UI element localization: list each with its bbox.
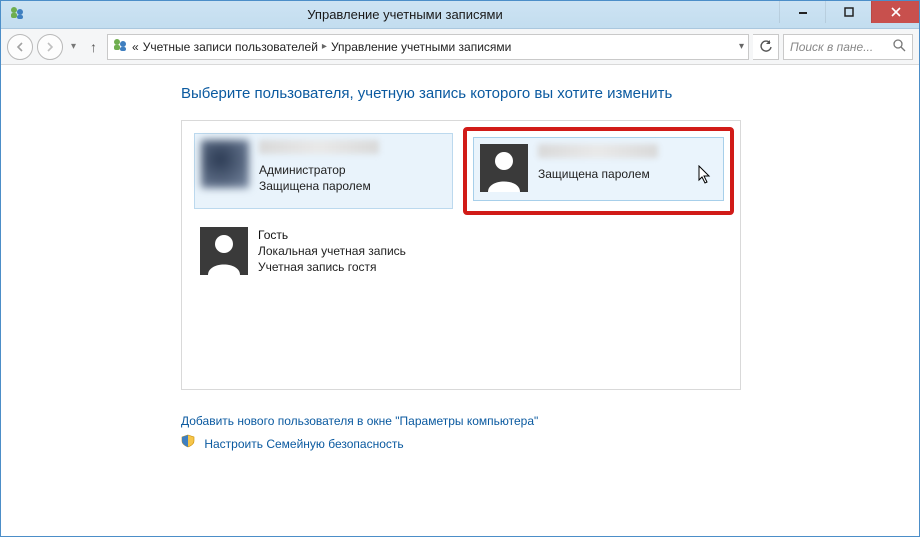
user-card-admin[interactable]: Администратор Защищена паролем [194, 133, 453, 209]
links-section: Добавить нового пользователя в окне "Пар… [181, 410, 741, 456]
user-role: Администратор [259, 162, 379, 178]
user-list: Администратор Защищена паролем [181, 120, 741, 390]
history-dropdown[interactable]: ▾ [67, 41, 80, 52]
add-user-link[interactable]: Добавить нового пользователя в окне "Пар… [181, 414, 538, 428]
breadcrumb-dropdown[interactable]: ▾ [739, 41, 744, 52]
avatar [201, 140, 249, 188]
user-name-redacted [259, 140, 379, 154]
toolbar: ▾ ↑ « Учетные записи пользователей ▸ Упр… [1, 29, 919, 65]
breadcrumb-item-2[interactable]: Управление учетными записями [331, 40, 511, 54]
search-icon [893, 39, 906, 55]
close-button[interactable] [871, 1, 919, 23]
page-heading: Выберите пользователя, учетную запись ко… [181, 85, 741, 102]
highlighted-user-outline: Защищена паролем [463, 127, 734, 215]
up-button[interactable]: ↑ [84, 39, 103, 55]
avatar [200, 227, 248, 275]
window-title: Управление учетными записями [31, 7, 779, 22]
content-area: Выберите пользователя, учетную запись ко… [1, 65, 919, 536]
breadcrumb-item-1[interactable]: Учетные записи пользователей [143, 40, 318, 54]
user-card-guest[interactable]: Гость Локальная учетная запись Учетная з… [194, 221, 453, 297]
breadcrumb-icon [112, 37, 128, 56]
avatar [480, 144, 528, 192]
titlebar[interactable]: Управление учетными записями [1, 1, 919, 29]
minimize-button[interactable] [779, 1, 825, 23]
window: Управление учетными записями ▾ ↑ [0, 0, 920, 537]
back-button[interactable] [7, 34, 33, 60]
search-placeholder: Поиск в пане... [790, 40, 873, 54]
user-card-selected[interactable]: Защищена паролем [473, 137, 724, 201]
user-protected: Защищена паролем [259, 178, 379, 194]
user-name-redacted [538, 144, 658, 158]
user-protected: Защищена паролем [538, 166, 658, 182]
app-icon [9, 5, 25, 24]
refresh-button[interactable] [753, 34, 779, 60]
user-name: Гость [258, 227, 406, 243]
forward-button[interactable] [37, 34, 63, 60]
user-type: Локальная учетная запись [258, 243, 406, 259]
breadcrumb[interactable]: « Учетные записи пользователей ▸ Управле… [107, 34, 749, 60]
maximize-button[interactable] [825, 1, 871, 23]
chevron-right-icon: ▸ [322, 41, 327, 52]
shield-icon [181, 433, 195, 456]
search-input[interactable]: Поиск в пане... [783, 34, 913, 60]
user-subtype: Учетная запись гостя [258, 259, 406, 275]
family-safety-link[interactable]: Настроить Семейную безопасность [204, 437, 403, 451]
breadcrumb-prefix: « [132, 40, 139, 54]
